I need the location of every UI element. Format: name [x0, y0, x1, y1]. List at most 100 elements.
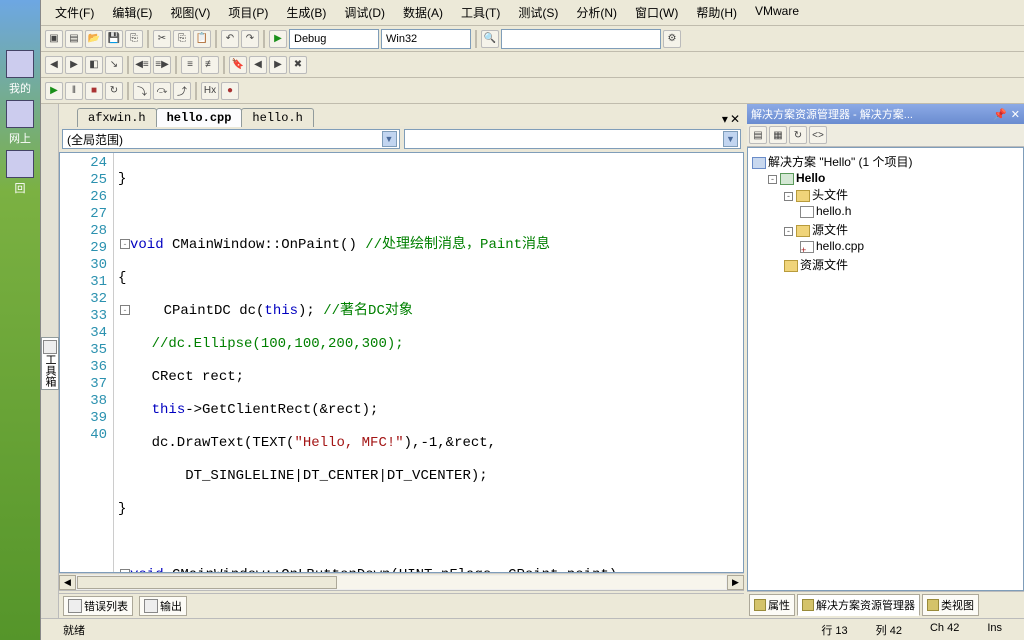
- comment-icon[interactable]: ≡: [181, 56, 199, 74]
- properties-icon[interactable]: ▤: [749, 126, 767, 144]
- menu-item[interactable]: 数据(A): [399, 2, 447, 23]
- step-out-icon[interactable]: ⤴: [173, 82, 191, 100]
- desktop-icon-1[interactable]: 我的: [5, 50, 35, 80]
- sources-folder[interactable]: -源文件 hello.cpp: [784, 220, 1019, 255]
- project-node[interactable]: -Hello -头文件 hello.h -源文件 hello.cpp 资源文件: [768, 170, 1019, 275]
- menu-item[interactable]: 文件(F): [51, 2, 98, 23]
- scroll-right-icon[interactable]: ▶: [727, 575, 744, 590]
- tab-close-icon[interactable]: ✕: [730, 112, 740, 126]
- menu-item[interactable]: 测试(S): [514, 2, 562, 23]
- collapse-icon[interactable]: -: [768, 175, 777, 184]
- menu-item[interactable]: 编辑(E): [108, 2, 156, 23]
- dbg-start-icon[interactable]: ▶: [45, 82, 63, 100]
- breakpoint-icon[interactable]: ●: [221, 82, 239, 100]
- open-icon[interactable]: 📂: [85, 30, 103, 48]
- add-item-icon[interactable]: ▤: [65, 30, 83, 48]
- copy-icon[interactable]: ⎘: [173, 30, 191, 48]
- show-all-icon[interactable]: ▦: [769, 126, 787, 144]
- member-icon[interactable]: ◧: [85, 56, 103, 74]
- cut-icon[interactable]: ✂: [153, 30, 171, 48]
- indent-dec-icon[interactable]: ◀≡: [133, 56, 151, 74]
- dbg-stop-icon[interactable]: ■: [85, 82, 103, 100]
- sol-explorer-icon: [802, 599, 814, 611]
- menu-item[interactable]: VMware: [751, 2, 803, 23]
- menu-item[interactable]: 工具(T): [457, 2, 504, 23]
- headers-folder[interactable]: -头文件 hello.h: [784, 185, 1019, 220]
- new-project-icon[interactable]: ▣: [45, 30, 63, 48]
- dbg-break-icon[interactable]: ‖: [65, 82, 83, 100]
- toolbox-sidebar-tab[interactable]: 工具箱: [41, 104, 59, 618]
- right-panel-tabs: 属性解决方案资源管理器类视图: [747, 591, 1024, 618]
- solution-tree[interactable]: 解决方案 "Hello" (1 个项目) -Hello -头文件 hello.h…: [747, 147, 1024, 591]
- editor-tab[interactable]: hello.cpp: [156, 108, 243, 127]
- menu-item[interactable]: 窗口(W): [631, 2, 682, 23]
- right-tab[interactable]: 解决方案资源管理器: [797, 594, 920, 616]
- solution-explorer-panel: 解决方案资源管理器 - 解决方案... 📌 ✕ ▤ ▦ ↻ <> 解决方案 "H…: [744, 104, 1024, 618]
- resources-folder[interactable]: 资源文件: [784, 255, 1019, 274]
- code-area[interactable]: } -void CMainWindow::OnPaint() //处理绘制消息，…: [114, 153, 743, 572]
- menu-item[interactable]: 视图(V): [166, 2, 214, 23]
- visual-studio-window: 文件(F) 编辑(E) 视图(V) 项目(P) 生成(B) 调试(D) 数据(A) 工具(T)…: [40, 0, 1024, 640]
- fold-icon[interactable]: -: [120, 239, 130, 249]
- bookmark-next-icon[interactable]: ▶: [269, 56, 287, 74]
- redo-icon[interactable]: ↷: [241, 30, 259, 48]
- collapse-icon[interactable]: -: [784, 192, 793, 201]
- find-combo[interactable]: [501, 29, 661, 49]
- step-into-icon[interactable]: ⤵: [133, 82, 151, 100]
- solution-node[interactable]: 解决方案 "Hello" (1 个项目) -Hello -头文件 hello.h…: [752, 152, 1019, 276]
- collapse-icon[interactable]: -: [784, 227, 793, 236]
- paste-icon[interactable]: 📋: [193, 30, 211, 48]
- find-icon[interactable]: 🔍: [481, 30, 499, 48]
- uncomment-icon[interactable]: ≢: [201, 56, 219, 74]
- h-scrollbar[interactable]: ◀ ▶: [59, 573, 744, 590]
- bookmark-prev-icon[interactable]: ◀: [249, 56, 267, 74]
- scroll-thumb[interactable]: [77, 576, 337, 589]
- save-icon[interactable]: 💾: [105, 30, 123, 48]
- tool-icon[interactable]: ⚙: [663, 30, 681, 48]
- platform-combo[interactable]: Win32: [381, 29, 471, 49]
- solution-icon: [752, 157, 766, 169]
- folder-icon: [796, 190, 810, 202]
- config-combo[interactable]: Debug: [289, 29, 379, 49]
- right-tab[interactable]: 属性: [749, 594, 795, 616]
- indent-inc-icon[interactable]: ≡▶: [153, 56, 171, 74]
- menu-item[interactable]: 项目(P): [224, 2, 272, 23]
- pin-icon[interactable]: 📌: [993, 108, 1007, 121]
- bottom-tab[interactable]: 输出: [139, 596, 187, 616]
- tab-dropdown-icon[interactable]: ▾: [722, 112, 728, 126]
- refresh-icon[interactable]: ↻: [789, 126, 807, 144]
- toolbox-icon: [43, 340, 57, 354]
- start-debug-icon[interactable]: ▶: [269, 30, 287, 48]
- back-icon[interactable]: ◀: [45, 56, 63, 74]
- fold-icon[interactable]: -: [120, 305, 130, 315]
- view-code-icon[interactable]: <>: [809, 126, 827, 144]
- save-all-icon[interactable]: ⎘: [125, 30, 143, 48]
- bottom-tab[interactable]: 错误列表: [63, 596, 133, 616]
- fwd-icon[interactable]: ▶: [65, 56, 83, 74]
- right-tab[interactable]: 类视图: [922, 594, 979, 616]
- desktop-icon-2[interactable]: 网上: [5, 100, 35, 130]
- menu-item[interactable]: 调试(D): [340, 2, 389, 23]
- scope-combo[interactable]: (全局范围)▼: [62, 129, 400, 149]
- file-hello-cpp[interactable]: hello.cpp: [800, 238, 1019, 254]
- menu-item[interactable]: 分析(N): [572, 2, 621, 23]
- step-over-icon[interactable]: ⤼: [153, 82, 171, 100]
- close-panel-icon[interactable]: ✕: [1011, 108, 1020, 121]
- undo-icon[interactable]: ↶: [221, 30, 239, 48]
- menu-item[interactable]: 帮助(H): [692, 2, 741, 23]
- scroll-left-icon[interactable]: ◀: [59, 575, 76, 590]
- dbg-restart-icon[interactable]: ↻: [105, 82, 123, 100]
- arrow-icon[interactable]: ↘: [105, 56, 123, 74]
- hex-icon[interactable]: Hx: [201, 82, 219, 100]
- desktop-icon-3[interactable]: 回: [5, 150, 35, 180]
- bottom-tabs: 错误列表输出: [59, 594, 744, 618]
- editor-tab[interactable]: afxwin.h: [77, 108, 157, 127]
- bookmark-clear-icon[interactable]: ✖: [289, 56, 307, 74]
- editor-tab[interactable]: hello.h: [241, 108, 313, 127]
- menu-item[interactable]: 生成(B): [282, 2, 330, 23]
- file-hello-h[interactable]: hello.h: [800, 203, 1019, 219]
- code-editor[interactable]: 2425262728293031323334353637383940 } -vo…: [59, 152, 744, 573]
- fold-icon[interactable]: -: [120, 569, 130, 572]
- member-combo[interactable]: ▼: [404, 129, 742, 149]
- bookmark-icon[interactable]: 🔖: [229, 56, 247, 74]
